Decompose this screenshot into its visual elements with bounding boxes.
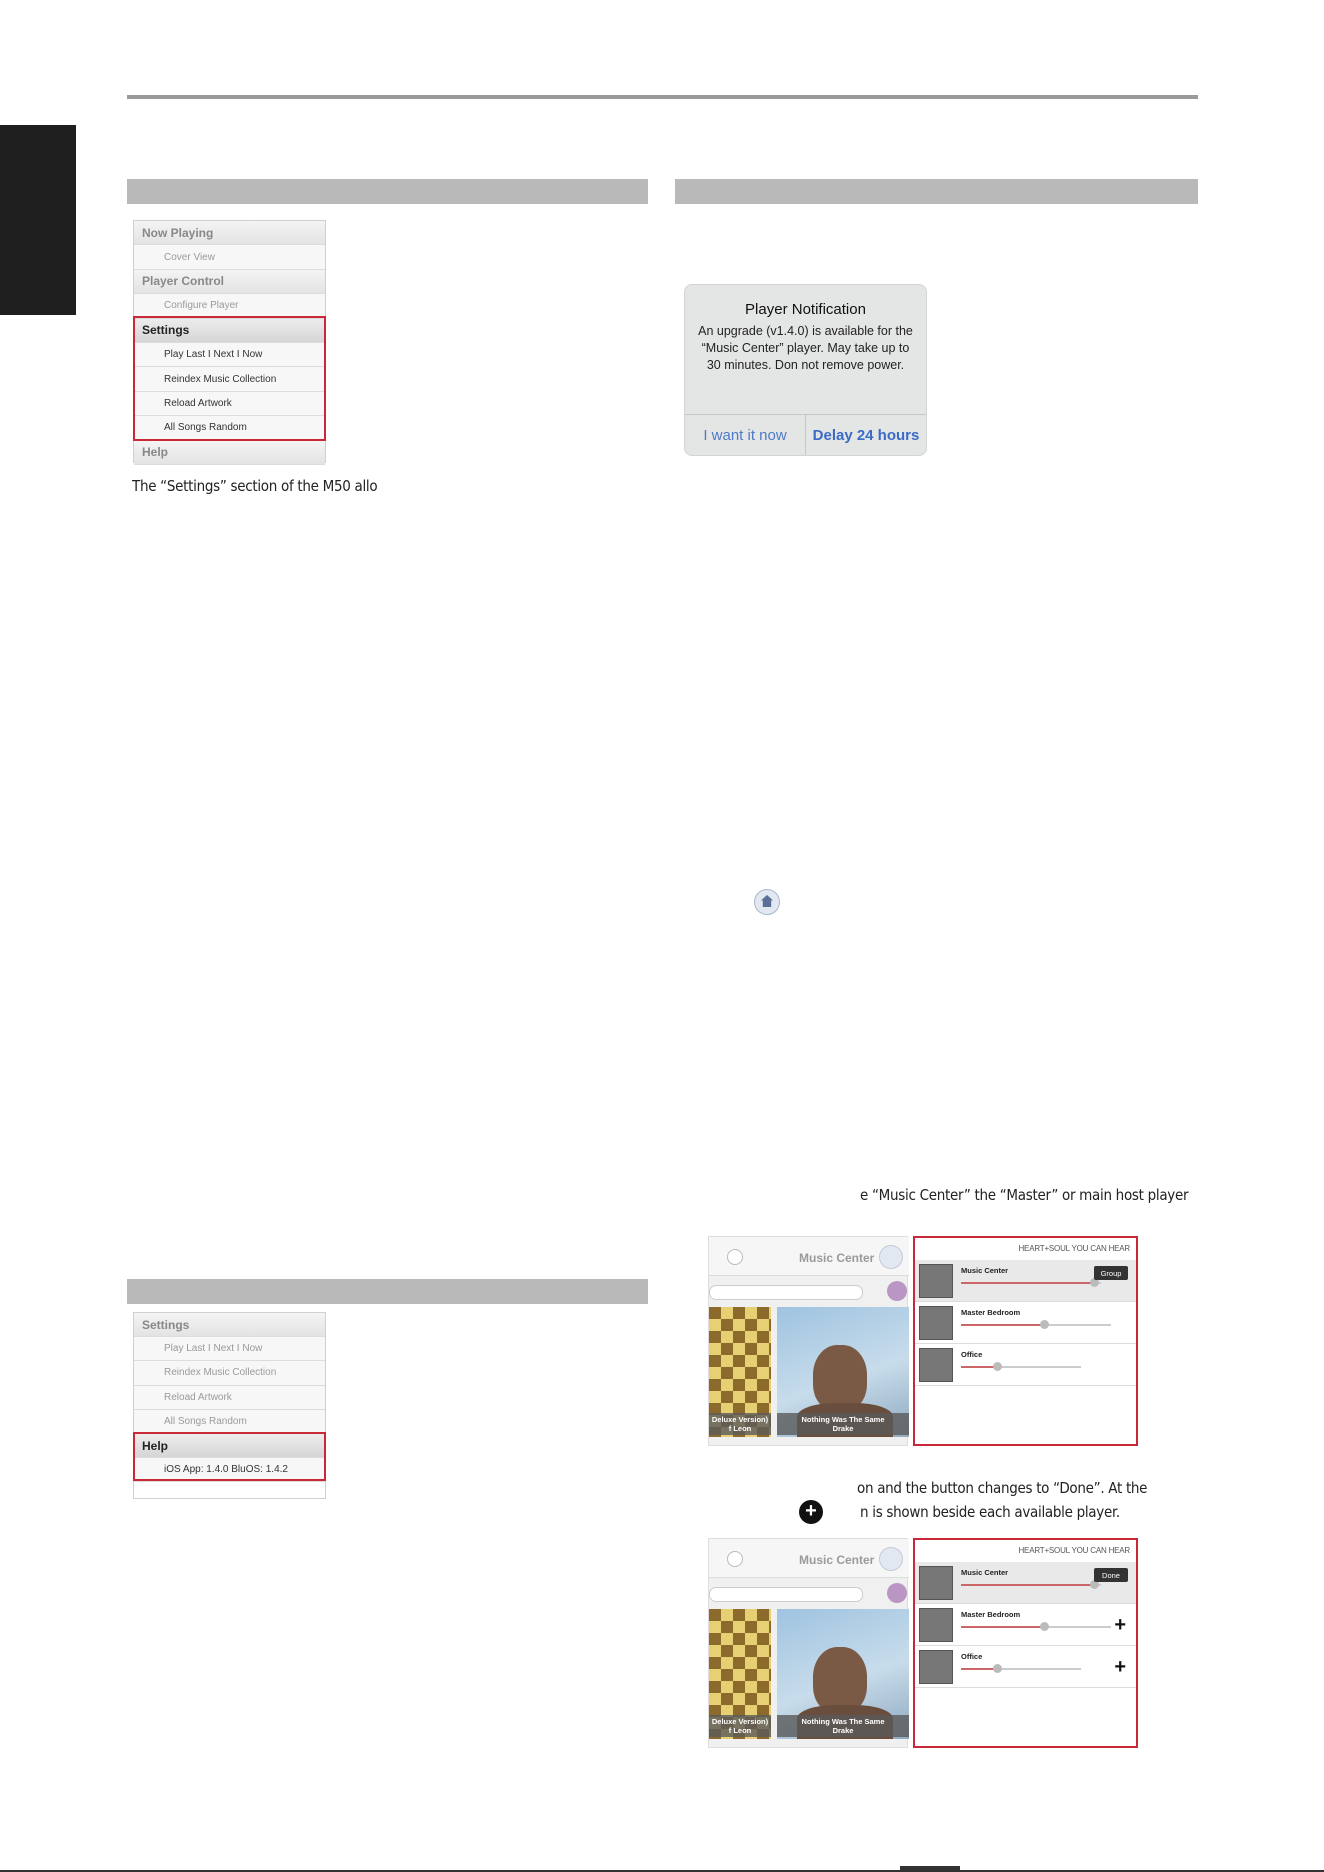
done-screenshot: Music Center Deluxe Version) f Leon Nothin…: [708, 1538, 1138, 1748]
group-screenshot: Music Center Deluxe Version) f Leon Nothin…: [708, 1236, 1138, 1446]
done-caption-line2: n is shown beside each available player.: [860, 1503, 1120, 1521]
group-button[interactable]: Group: [1094, 1266, 1128, 1280]
menu-row: Now Playing: [134, 221, 325, 246]
settings-caption: The “Settings” section of the M50 allo: [132, 477, 378, 495]
done-button[interactable]: Done: [1094, 1568, 1128, 1582]
language-tab: [0, 125, 76, 315]
menu-row: Help: [134, 440, 325, 465]
volume-fill: [961, 1324, 1044, 1326]
bluos-icon: [754, 889, 780, 915]
volume-knob[interactable]: [1039, 1622, 1049, 1631]
dialog-title: Player Notification: [745, 301, 866, 318]
player-row[interactable]: Master Bedroom: [915, 1302, 1136, 1344]
back-icon[interactable]: [727, 1551, 743, 1567]
volume-slider[interactable]: [961, 1664, 1081, 1673]
dialog-message: An upgrade (v1.4.0) is available for the…: [698, 324, 913, 372]
menu-row[interactable]: Configure Player: [134, 294, 325, 319]
header-rule: [127, 95, 1198, 99]
album-caption: Nothing Was The Same Drake: [777, 1413, 909, 1435]
add-player-icon[interactable]: +: [1114, 1657, 1126, 1677]
volume-knob[interactable]: [993, 1362, 1002, 1371]
back-icon[interactable]: [727, 1249, 743, 1265]
player-thumbnail-icon: [919, 1306, 953, 1340]
album-caption: Deluxe Version) f Leon: [709, 1413, 771, 1435]
player-thumbnail-icon: [919, 1264, 953, 1298]
volume-fill: [961, 1282, 1094, 1284]
player-name: Office: [961, 1652, 983, 1661]
done-caption-line1: on and the button changes to “Done”. At …: [857, 1479, 1148, 1497]
player-row[interactable]: Office +: [915, 1646, 1136, 1688]
volume-fill: [961, 1626, 1044, 1628]
footer-mark: [900, 1866, 960, 1872]
brand-tagline: HEART+SOUL YOU CAN HEAR: [1018, 1244, 1130, 1253]
player-name: Music Center: [961, 1568, 1009, 1577]
library-header: Music Center: [709, 1539, 909, 1578]
brand-tagline: HEART+SOUL YOU CAN HEAR: [1018, 1546, 1130, 1555]
volume-knob[interactable]: [993, 1664, 1002, 1673]
volume-slider[interactable]: [961, 1362, 1081, 1371]
volume-slider[interactable]: [961, 1622, 1111, 1631]
volume-fill: [961, 1366, 997, 1368]
library-title: Music Center: [799, 1553, 875, 1567]
player-thumbnail-icon: [919, 1608, 953, 1642]
volume-slider[interactable]: [961, 1278, 1101, 1287]
menu-row[interactable]: Play Last I Next I Now: [134, 1337, 325, 1362]
player-row[interactable]: Master Bedroom +: [915, 1604, 1136, 1646]
player-thumbnail-icon: [919, 1650, 953, 1684]
player-name: Office: [961, 1350, 983, 1359]
players-panel: HEART+SOUL YOU CAN HEAR Music Center Group…: [913, 1236, 1138, 1446]
player-thumbnail-icon: [919, 1348, 953, 1382]
search-input[interactable]: [709, 1285, 863, 1300]
player-thumbnail-icon: [919, 1566, 953, 1600]
group-caption: e “Music Center” the “Master” or main ho…: [860, 1186, 1189, 1204]
bluos-logo-icon[interactable]: [879, 1245, 903, 1269]
shuffle-icon[interactable]: [887, 1583, 907, 1603]
bluos-logo-icon[interactable]: [879, 1547, 903, 1571]
library-panel: Music Center Deluxe Version) f Leon Nothin…: [708, 1538, 909, 1748]
i-want-it-now-button[interactable]: I want it now: [685, 415, 805, 455]
library-panel: Music Center Deluxe Version) f Leon Nothin…: [708, 1236, 909, 1446]
menu-row: Settings: [134, 1313, 325, 1338]
menu-row[interactable]: Cover View: [134, 245, 325, 270]
player-name: Master Bedroom: [961, 1308, 1021, 1317]
section-bar-update: [675, 179, 1198, 204]
add-player-icon[interactable]: +: [1114, 1615, 1126, 1635]
volume-slider[interactable]: [961, 1320, 1111, 1329]
menu-row[interactable]: All Songs Random: [134, 1409, 325, 1434]
plus-icon: +: [799, 1500, 823, 1524]
menu-row: Player Control: [134, 269, 325, 295]
section-bar-help: [127, 1279, 648, 1304]
library-header: Music Center: [709, 1237, 909, 1276]
volume-slider[interactable]: [961, 1580, 1101, 1589]
album-art-figure: [813, 1647, 867, 1713]
player-notification-dialog: Player Notification An upgrade (v1.4.0) …: [684, 284, 927, 456]
menu-row[interactable]: Reload Artwork: [134, 1385, 325, 1410]
library-title: Music Center: [799, 1251, 875, 1265]
player-name: Master Bedroom: [961, 1610, 1021, 1619]
volume-fill: [961, 1584, 1094, 1586]
volume-fill: [961, 1668, 997, 1670]
album-art-figure: [813, 1345, 867, 1411]
settings-highlight: [133, 316, 326, 441]
album-caption: Nothing Was The Same Drake: [777, 1715, 909, 1737]
section-bar-settings: [127, 179, 648, 204]
player-row[interactable]: Office: [915, 1344, 1136, 1386]
menu-row[interactable]: Reindex Music Collection: [134, 1361, 325, 1386]
player-row[interactable]: Music Center Done: [915, 1562, 1136, 1604]
player-name: Music Center: [961, 1266, 1009, 1275]
album-caption: Deluxe Version) f Leon: [709, 1715, 771, 1737]
delay-24-hours-button[interactable]: Delay 24 hours: [805, 415, 926, 455]
search-input[interactable]: [709, 1587, 863, 1602]
shuffle-icon[interactable]: [887, 1281, 907, 1301]
player-row[interactable]: Music Center Group: [915, 1260, 1136, 1302]
help-highlight: [133, 1432, 326, 1481]
players-panel: HEART+SOUL YOU CAN HEAR Music Center Done M…: [913, 1538, 1138, 1748]
volume-knob[interactable]: [1039, 1320, 1049, 1329]
